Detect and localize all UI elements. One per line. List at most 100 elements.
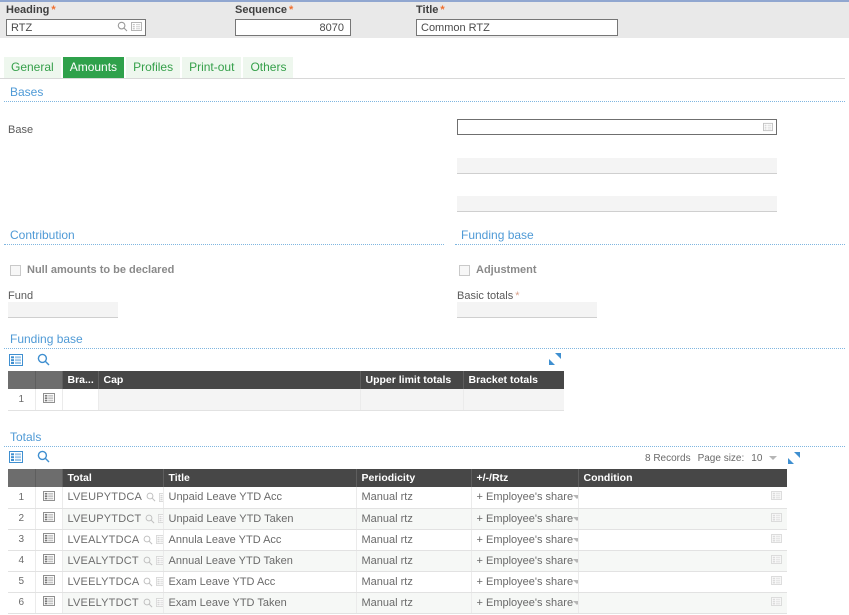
tot-col-periodicity[interactable]: Periodicity: [356, 469, 472, 487]
list-icon[interactable]: [159, 492, 162, 502]
adjustment-checkbox[interactable]: [459, 264, 470, 276]
search-icon[interactable]: [146, 492, 156, 502]
tot-cell-title[interactable]: Annula Leave YTD Acc: [163, 529, 357, 551]
list-icon[interactable]: [763, 122, 773, 132]
row-detail-icon[interactable]: [771, 512, 782, 522]
row-detail-icon[interactable]: [42, 512, 55, 522]
tot-row-detail-cell[interactable]: [35, 487, 63, 509]
list-icon[interactable]: [156, 577, 162, 586]
row-detail-icon[interactable]: [42, 596, 55, 606]
row-detail-icon[interactable]: [42, 575, 55, 585]
tot-cell-condition[interactable]: [578, 592, 787, 614]
fb-row-detail-cell[interactable]: [35, 389, 63, 411]
tot-cell-total[interactable]: LVEALYTDCT: [62, 550, 164, 572]
base-input[interactable]: [458, 120, 776, 134]
fb-col-bracket-totals[interactable]: Bracket totals: [463, 371, 564, 389]
tot-row-detail-cell[interactable]: [35, 571, 63, 593]
fb-col-cap[interactable]: Cap: [98, 371, 361, 389]
sequence-input-wrap[interactable]: [235, 19, 351, 36]
tot-cell-condition[interactable]: [578, 529, 787, 551]
tot-row-detail-cell[interactable]: [35, 592, 63, 614]
chevron-down-icon[interactable]: [573, 495, 577, 500]
list-icon[interactable]: [156, 535, 162, 544]
tot-cell-sign[interactable]: + Employee's share: [471, 550, 579, 572]
tot-cell-sign[interactable]: + Employee's share: [471, 508, 579, 530]
heading-input-wrap[interactable]: [6, 19, 146, 36]
tot-cell-sign[interactable]: + Employee's share: [471, 571, 579, 593]
fund-input[interactable]: [8, 302, 118, 318]
list-icon[interactable]: [9, 450, 23, 463]
search-icon[interactable]: [117, 21, 128, 32]
chevron-down-icon[interactable]: [573, 600, 577, 605]
base-extra-row-2[interactable]: [457, 196, 777, 212]
tab-general[interactable]: General: [4, 57, 61, 78]
search-icon[interactable]: [37, 353, 50, 366]
table-row[interactable]: 6 LVEELYTDCT Exam Leave YTD Taken Manual…: [8, 592, 787, 614]
fb-cell-bracket[interactable]: [62, 389, 99, 411]
tot-cell-condition[interactable]: [578, 550, 787, 572]
chevron-down-icon[interactable]: [573, 537, 577, 542]
table-row[interactable]: 2 LVEUPYTDCT Unpaid Leave YTD Taken Manu…: [8, 508, 787, 530]
row-detail-icon[interactable]: [42, 392, 55, 403]
base-input-wrap[interactable]: [457, 119, 777, 135]
row-detail-icon[interactable]: [42, 490, 55, 501]
row-detail-icon[interactable]: [771, 554, 782, 564]
chevron-down-icon[interactable]: [573, 579, 577, 584]
expand-icon[interactable]: [549, 353, 561, 365]
tot-cell-total[interactable]: LVEELYTDCA: [62, 571, 164, 593]
table-row[interactable]: 1: [8, 389, 564, 411]
fb-cell-bracket-totals[interactable]: [463, 389, 564, 411]
tot-cell-condition[interactable]: [578, 487, 787, 509]
list-icon[interactable]: [158, 514, 162, 523]
table-row[interactable]: 4 LVEALYTDCT Annual Leave YTD Taken Manu…: [8, 550, 787, 572]
search-icon[interactable]: [145, 514, 155, 524]
tot-cell-sign[interactable]: + Employee's share: [471, 487, 579, 509]
title-input[interactable]: [417, 20, 617, 35]
fb-cell-cap[interactable]: [98, 389, 361, 411]
tot-cell-periodicity[interactable]: Manual rtz: [356, 487, 472, 509]
tab-profiles[interactable]: Profiles: [126, 57, 181, 78]
list-icon[interactable]: [131, 21, 142, 32]
tot-row-detail-cell[interactable]: [35, 508, 63, 530]
fb-col-upper-limit[interactable]: Upper limit totals: [360, 371, 464, 389]
search-icon[interactable]: [143, 535, 153, 545]
tot-cell-sign[interactable]: + Employee's share: [471, 592, 579, 614]
tab-amounts[interactable]: Amounts: [62, 57, 125, 78]
tot-cell-periodicity[interactable]: Manual rtz: [356, 508, 472, 530]
row-detail-icon[interactable]: [771, 533, 782, 543]
tot-cell-title[interactable]: Unpaid Leave YTD Taken: [163, 508, 357, 530]
tot-cell-periodicity[interactable]: Manual rtz: [356, 529, 472, 551]
tot-cell-title[interactable]: Annual Leave YTD Taken: [163, 550, 357, 572]
tot-cell-condition[interactable]: [578, 571, 787, 593]
tot-cell-total[interactable]: LVEUPYTDCT: [62, 508, 164, 530]
table-row[interactable]: 5 LVEELYTDCA Exam Leave YTD Acc Manual r…: [8, 571, 787, 593]
row-detail-icon[interactable]: [42, 554, 55, 564]
row-detail-icon[interactable]: [42, 533, 55, 543]
fb-cell-upper-limit[interactable]: [360, 389, 464, 411]
list-icon[interactable]: [155, 556, 162, 565]
basic-totals-input[interactable]: [457, 302, 597, 318]
expand-icon[interactable]: [788, 452, 801, 464]
tot-row-detail-cell[interactable]: [35, 529, 63, 551]
search-icon[interactable]: [143, 598, 153, 608]
tot-col-total[interactable]: Total: [62, 469, 164, 487]
tot-col-title[interactable]: Title: [163, 469, 357, 487]
list-icon[interactable]: [155, 598, 162, 607]
search-icon[interactable]: [143, 556, 153, 566]
tot-row-detail-cell[interactable]: [35, 550, 63, 572]
chevron-down-icon[interactable]: [573, 516, 577, 521]
tot-cell-condition[interactable]: [578, 508, 787, 530]
tot-cell-total[interactable]: LVEELYTDCT: [62, 592, 164, 614]
row-detail-icon[interactable]: [771, 491, 782, 501]
chevron-down-icon[interactable]: [573, 558, 577, 563]
base-extra-row-1[interactable]: [457, 158, 777, 174]
null-amounts-checkbox-row[interactable]: Null amounts to be declared: [10, 264, 174, 276]
tot-cell-periodicity[interactable]: Manual rtz: [356, 571, 472, 593]
tot-cell-periodicity[interactable]: Manual rtz: [356, 550, 472, 572]
tot-cell-sign[interactable]: + Employee's share: [471, 529, 579, 551]
table-row[interactable]: 1 LVEUPYTDCA Unpaid Leave YTD Acc Manual…: [8, 487, 787, 509]
table-row[interactable]: 3 LVEALYTDCA Annula Leave YTD Acc Manual…: [8, 529, 787, 551]
tab-printout[interactable]: Print-out: [182, 57, 242, 78]
fb-col-bracket[interactable]: Bra...: [62, 371, 99, 389]
tot-cell-title[interactable]: Exam Leave YTD Acc: [163, 571, 357, 593]
